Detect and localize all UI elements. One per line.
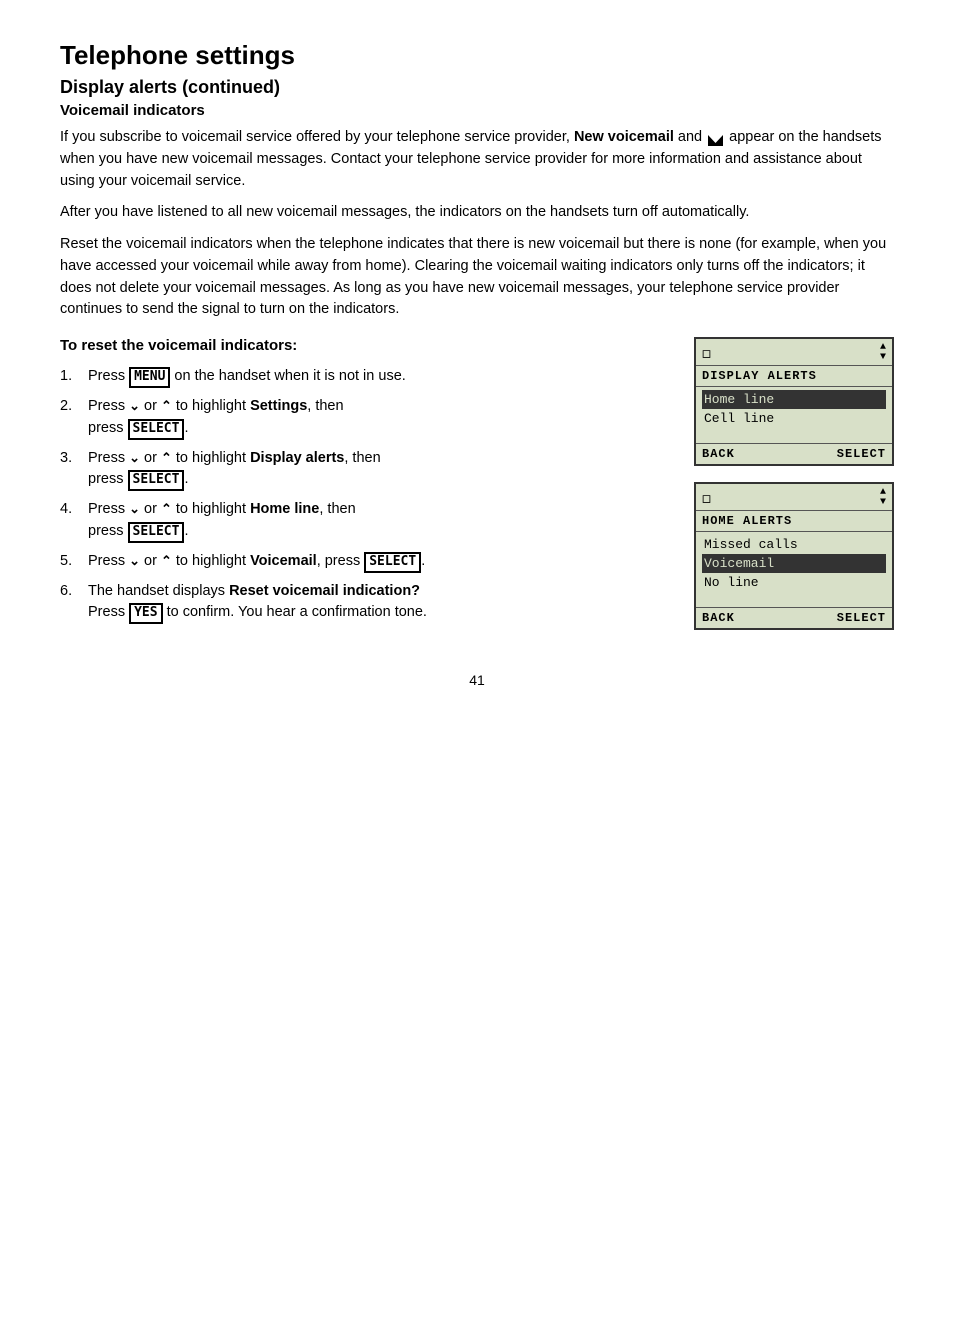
steps-section: To reset the voicemail indicators: 1. Pr… xyxy=(60,337,894,632)
chevron-up-icon: ⌃ xyxy=(161,396,172,416)
step-2: 2. Press ⌄ or ⌃ to highlight Settings, t… xyxy=(60,396,674,440)
step-num-3: 3. xyxy=(60,448,88,492)
select-key-3: SELECT xyxy=(128,470,185,491)
step-num-1: 1. xyxy=(60,366,88,388)
screen-display-alerts: ◻ ▲ ▼ DISPLAY ALERTS Home line Cell line… xyxy=(694,337,894,466)
step-1: 1. Press MENU on the handset when it is … xyxy=(60,366,674,388)
screen-home-alerts: ◻ ▲ ▼ HOME ALERTS Missed calls Voicemail… xyxy=(694,482,894,630)
yes-key: YES xyxy=(129,603,162,624)
menu-key: MENU xyxy=(129,367,170,388)
screen2-title: HOME ALERTS xyxy=(696,511,892,532)
step-num-6: 6. xyxy=(60,581,88,625)
chevron-up-icon-5: ⌃ xyxy=(161,551,172,571)
chevron-down-icon-3: ⌄ xyxy=(129,448,140,468)
step-content-3: Press ⌄ or ⌃ to highlight Display alerts… xyxy=(88,448,674,492)
paragraph-2: After you have listened to all new voice… xyxy=(60,202,894,224)
bold-voicemail: Voicemail xyxy=(250,553,317,569)
screens-right: ◻ ▲ ▼ DISPLAY ALERTS Home line Cell line… xyxy=(694,337,894,632)
screen2-item-no-line: No line xyxy=(702,573,886,592)
screen1-item-cell-line: Cell line xyxy=(702,409,886,428)
screen2-arrows: ▲ ▼ xyxy=(880,488,886,508)
screen1-title: DISPLAY ALERTS xyxy=(696,366,892,387)
steps-left: To reset the voicemail indicators: 1. Pr… xyxy=(60,337,674,632)
step-content-2: Press ⌄ or ⌃ to highlight Settings, then… xyxy=(88,396,674,440)
arrow-down-icon: ▼ xyxy=(880,353,886,363)
step-content-4: Press ⌄ or ⌃ to highlight Home line, the… xyxy=(88,499,674,543)
screen2-bottom-bar: BACK SELECT xyxy=(696,607,892,628)
screen2-phone-icon: ◻ xyxy=(702,489,711,508)
arrow-down-icon-2: ▼ xyxy=(880,498,886,508)
step-content-6: The handset displays Reset voicemail ind… xyxy=(88,581,674,625)
bold-new-voicemail: New voicemail xyxy=(574,129,674,145)
screen2-back-label: BACK xyxy=(702,611,735,625)
bold-home-line: Home line xyxy=(250,501,319,517)
step-content-5: Press ⌄ or ⌃ to highlight Voicemail, pre… xyxy=(88,551,674,573)
page-title: Telephone settings xyxy=(60,40,894,71)
subsection-title: Voicemail indicators xyxy=(60,102,894,119)
steps-list: 1. Press MENU on the handset when it is … xyxy=(60,366,674,624)
screen1-top-bar: ◻ ▲ ▼ xyxy=(696,339,892,366)
chevron-down-icon: ⌄ xyxy=(129,396,140,416)
select-key-5: SELECT xyxy=(364,552,421,573)
step-3: 3. Press ⌄ or ⌃ to highlight Display ale… xyxy=(60,448,674,492)
step-num-4: 4. xyxy=(60,499,88,543)
screen2-top-bar: ◻ ▲ ▼ xyxy=(696,484,892,511)
screen1-phone-icon: ◻ xyxy=(702,344,711,363)
step-num-2: 2. xyxy=(60,396,88,440)
screen1-bottom-bar: BACK SELECT xyxy=(696,443,892,464)
voicemail-icon xyxy=(708,132,723,143)
screen2-select-label: SELECT xyxy=(837,611,886,625)
paragraph-3: Reset the voicemail indicators when the … xyxy=(60,234,894,321)
screen1-items: Home line Cell line xyxy=(696,387,892,431)
screen1-item-home-line: Home line xyxy=(702,390,886,409)
section-title: Display alerts (continued) xyxy=(60,77,894,98)
step-num-5: 5. xyxy=(60,551,88,573)
bold-reset-prompt: Reset voicemail indication? xyxy=(229,583,420,599)
page-number: 41 xyxy=(60,672,894,688)
bold-display-alerts: Display alerts xyxy=(250,450,344,466)
step-content-1: Press MENU on the handset when it is not… xyxy=(88,366,674,388)
instruction-title: To reset the voicemail indicators: xyxy=(60,337,674,354)
step-6: 6. The handset displays Reset voicemail … xyxy=(60,581,674,625)
step-4: 4. Press ⌄ or ⌃ to highlight Home line, … xyxy=(60,499,674,543)
screen2-item-voicemail: Voicemail xyxy=(702,554,886,573)
screen1-arrows: ▲ ▼ xyxy=(880,343,886,363)
select-key-4: SELECT xyxy=(128,522,185,543)
chevron-down-icon-5: ⌄ xyxy=(129,551,140,571)
screen1-select-label: SELECT xyxy=(837,447,886,461)
select-key: SELECT xyxy=(128,419,185,440)
bold-settings: Settings xyxy=(250,398,307,414)
chevron-up-icon-4: ⌃ xyxy=(161,499,172,519)
chevron-up-icon-3: ⌃ xyxy=(161,448,172,468)
paragraph-1: If you subscribe to voicemail service of… xyxy=(60,127,894,192)
screen1-back-label: BACK xyxy=(702,447,735,461)
screen2-items: Missed calls Voicemail No line xyxy=(696,532,892,595)
screen2-item-missed-calls: Missed calls xyxy=(702,535,886,554)
chevron-down-icon-4: ⌄ xyxy=(129,499,140,519)
step-5: 5. Press ⌄ or ⌃ to highlight Voicemail, … xyxy=(60,551,674,573)
